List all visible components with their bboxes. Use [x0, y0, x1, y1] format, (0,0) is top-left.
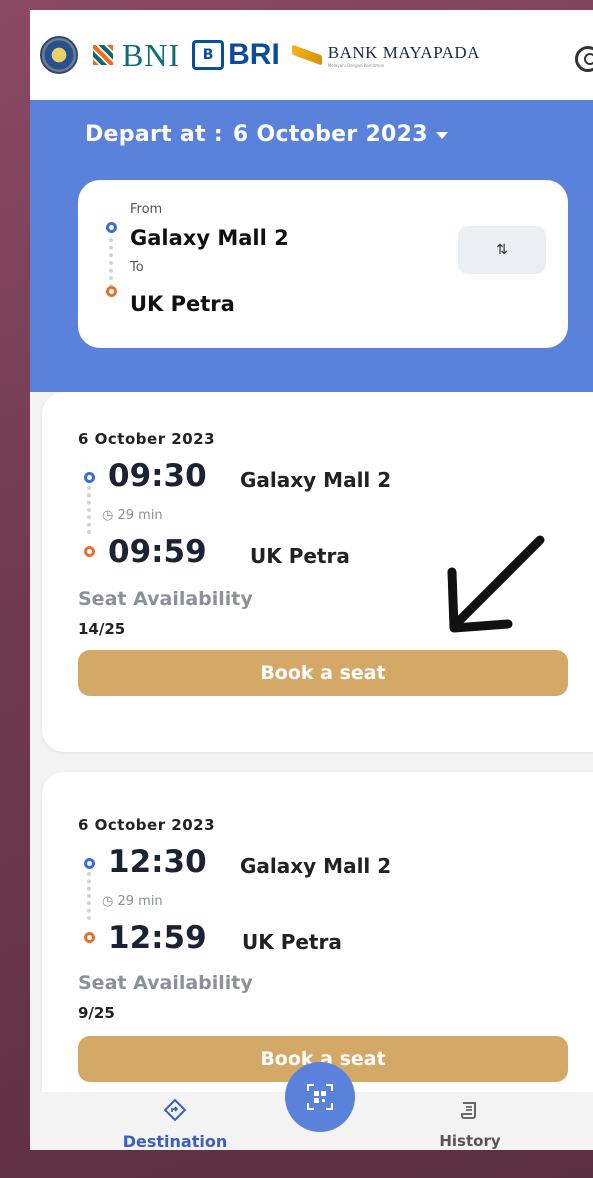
to-label: To	[130, 260, 144, 275]
from-location[interactable]: Galaxy Mall 2	[130, 226, 289, 250]
seat-availability-label: Seat Availability	[78, 972, 253, 994]
to-location[interactable]: UK Petra	[130, 292, 235, 316]
qr-scan-icon	[307, 1084, 333, 1110]
trip-date: 6 October 2023	[78, 430, 216, 448]
annotation-arrow-icon	[447, 535, 545, 633]
route-header: Depart at : 6 October 2023 From Galaxy Ma…	[30, 100, 593, 392]
route-connector	[87, 486, 91, 534]
depart-date-selector[interactable]: Depart at : 6 October 2023	[85, 122, 448, 147]
origin-dot-icon	[106, 222, 117, 233]
nav-destination[interactable]: Destination	[95, 1098, 255, 1150]
arrive-stop: UK Petra	[250, 544, 350, 568]
destination-dot-icon	[84, 546, 95, 557]
origin-dot-icon	[84, 858, 95, 869]
depart-time: 12:30	[108, 844, 207, 880]
trip-duration: ◷ 29 min	[102, 894, 163, 909]
bni-logo-text: BNI	[122, 36, 181, 73]
nav-history-label: History	[439, 1132, 501, 1150]
sponsor-logo-bar: BNI B BRI BANK MAYAPADA Melayani Dengan …	[30, 10, 593, 100]
bni-logo: BNI	[90, 37, 180, 74]
swap-route-button[interactable]: ⇅	[458, 226, 546, 274]
trip-date: 6 October 2023	[78, 816, 216, 834]
history-scroll-icon	[461, 1102, 476, 1119]
mayapada-mark-icon	[291, 44, 322, 66]
depart-date: 6 October 2023	[232, 122, 428, 147]
app-screen: BNI B BRI BANK MAYAPADA Melayani Dengan …	[30, 10, 593, 1150]
nav-history[interactable]: History	[390, 1098, 550, 1150]
depart-stop: Galaxy Mall 2	[240, 468, 392, 492]
arrive-stop: UK Petra	[242, 930, 342, 954]
depart-label: Depart at :	[85, 122, 223, 147]
bri-logo-text: BRI	[228, 38, 280, 71]
seat-availability-value: 9/25	[78, 1004, 115, 1022]
arrive-time: 09:59	[108, 534, 207, 570]
profile-icon[interactable]	[575, 46, 593, 72]
trip-list[interactable]: 6 October 2023 09:30 Galaxy Mall 2 ◷ 29 …	[30, 392, 593, 1092]
from-label: From	[130, 202, 163, 217]
mayapada-logo: BANK MAYAPADA Melayani Dengan Komitmen	[291, 42, 480, 68]
bri-logo: B BRI	[192, 38, 280, 72]
trip-card: 6 October 2023 12:30 Galaxy Mall 2 ◷ 29 …	[42, 772, 593, 1092]
route-connector	[109, 238, 113, 288]
arrive-time: 12:59	[108, 920, 207, 956]
route-card: From Galaxy Mall 2 To UK Petra ⇅	[78, 180, 568, 348]
route-connector	[87, 872, 91, 920]
nav-destination-label: Destination	[122, 1132, 228, 1150]
bni-mark-icon	[90, 42, 116, 68]
origin-dot-icon	[84, 472, 95, 483]
seat-availability-label: Seat Availability	[78, 588, 253, 610]
trip-duration: ◷ 29 min	[102, 508, 163, 523]
trip-card: 6 October 2023 09:30 Galaxy Mall 2 ◷ 29 …	[42, 392, 593, 752]
book-seat-button[interactable]: Book a seat	[78, 650, 568, 696]
bri-mark-icon: B	[192, 40, 225, 70]
destination-dot-icon	[106, 286, 117, 297]
seat-availability-value: 14/25	[78, 620, 126, 638]
chevron-down-icon	[435, 131, 448, 139]
mayapada-logo-text: BANK MAYAPADA	[327, 42, 480, 62]
depart-stop: Galaxy Mall 2	[240, 854, 392, 878]
mayapada-tagline: Melayani Dengan Komitmen	[327, 62, 385, 68]
qr-scan-button[interactable]	[285, 1062, 355, 1132]
directions-icon	[163, 1098, 187, 1122]
depart-time: 09:30	[108, 458, 207, 494]
government-seal-logo	[40, 36, 78, 74]
destination-dot-icon	[84, 932, 95, 943]
swap-icon: ⇅	[496, 242, 508, 258]
